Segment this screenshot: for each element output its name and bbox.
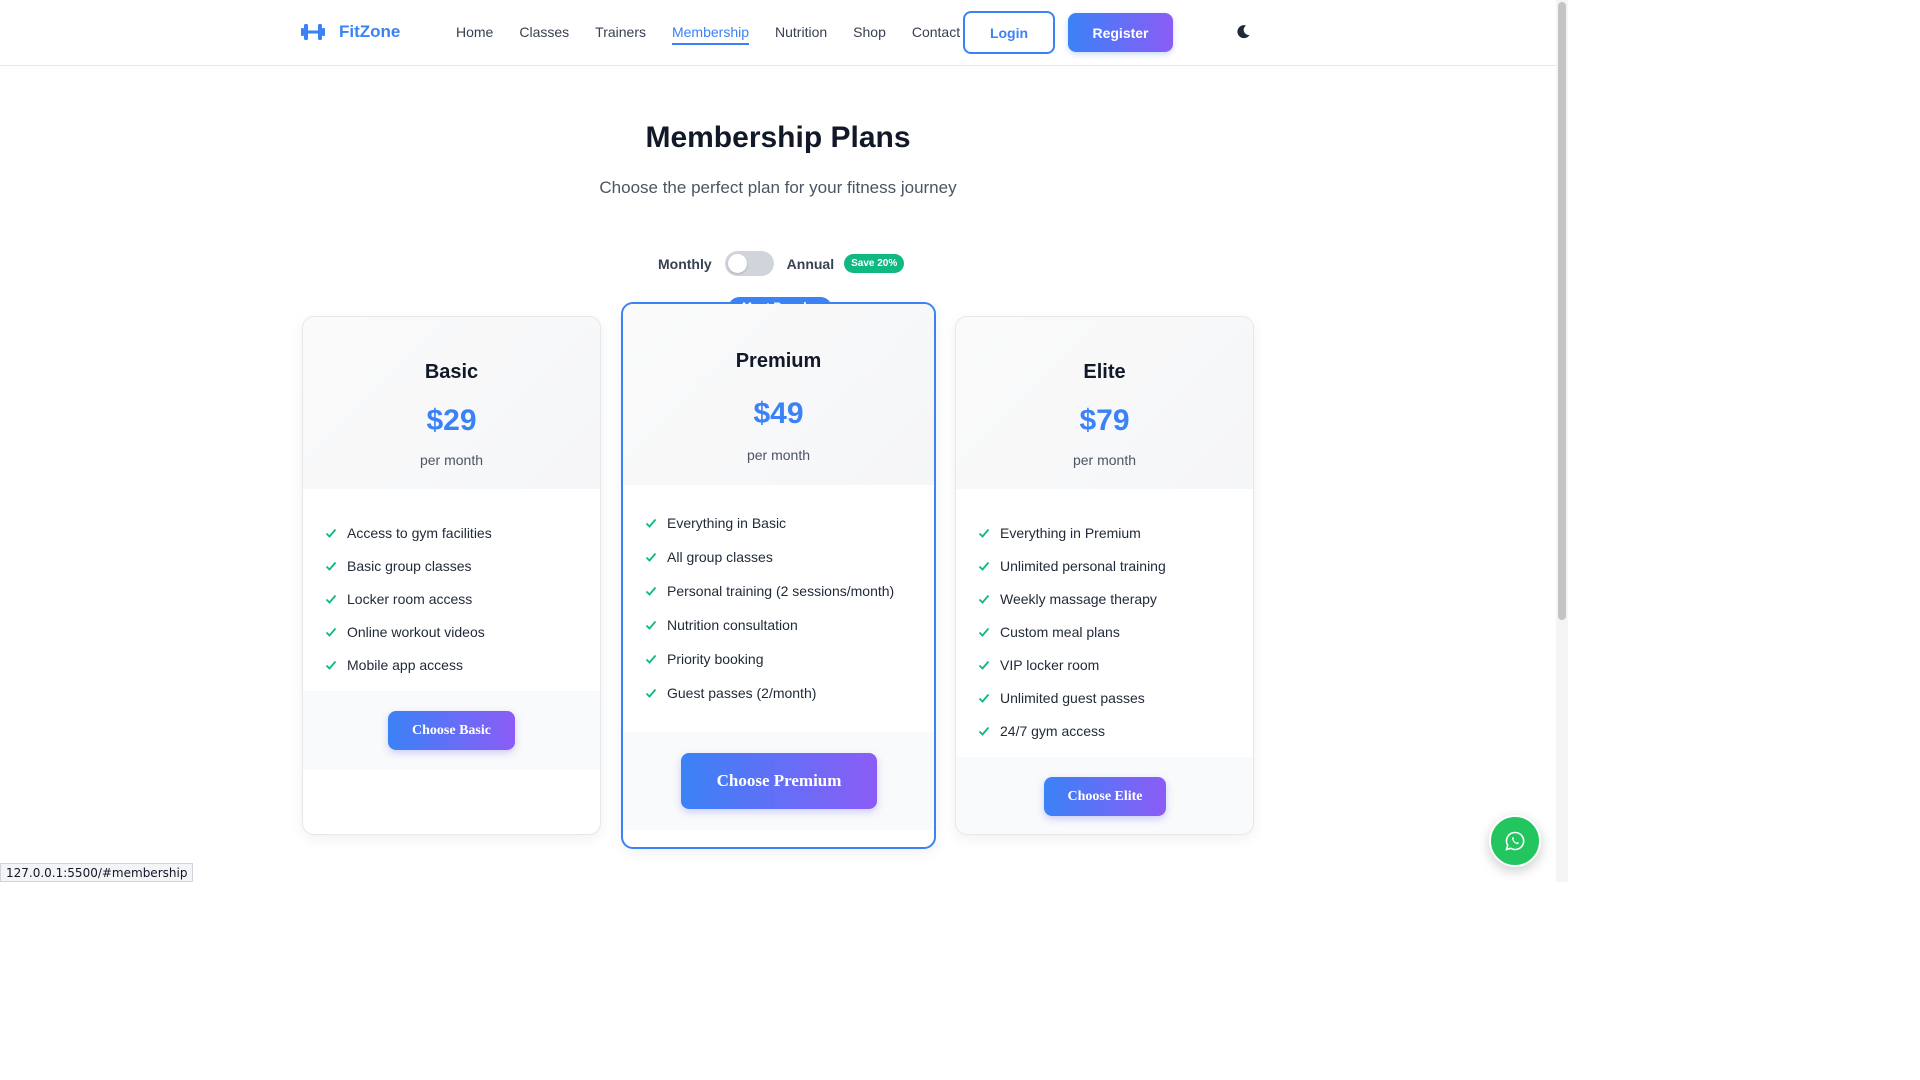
- feature-item: Nutrition consultation: [645, 608, 894, 642]
- check-icon: [325, 627, 337, 637]
- feature-item: Everything in Basic: [645, 506, 894, 540]
- plan-card-elite: Elite $79 per month Everything in Premiu…: [955, 316, 1254, 835]
- plan-price: $49: [753, 397, 804, 430]
- page-title: Membership Plans: [645, 121, 911, 154]
- feature-item: Basic group classes: [325, 549, 492, 582]
- nav-classes[interactable]: Classes: [519, 24, 569, 45]
- check-icon: [325, 528, 337, 538]
- nav-home[interactable]: Home: [456, 24, 493, 45]
- check-icon: [645, 518, 657, 528]
- brand-name: FitZone: [339, 22, 401, 41]
- plan-name: Premium: [735, 350, 822, 372]
- plan-price: $29: [426, 404, 477, 437]
- plan-footer: Choose Premium: [623, 732, 934, 830]
- check-icon: [645, 654, 657, 664]
- nav-trainers[interactable]: Trainers: [595, 24, 646, 45]
- check-icon: [325, 660, 337, 670]
- check-icon: [978, 660, 990, 670]
- feature-item: VIP locker room: [978, 648, 1166, 681]
- feature-item: Online workout videos: [325, 615, 492, 648]
- plan-period: per month: [746, 447, 811, 463]
- check-icon: [978, 627, 990, 637]
- moon-icon: [1237, 25, 1250, 39]
- check-icon: [978, 693, 990, 703]
- whatsapp-button[interactable]: [1489, 815, 1541, 867]
- feature-item: Everything in Premium: [978, 516, 1166, 549]
- check-icon: [645, 620, 657, 630]
- check-icon: [645, 688, 657, 698]
- choose-elite-button[interactable]: Choose Elite: [1044, 777, 1166, 816]
- check-icon: [645, 586, 657, 596]
- feature-item: Access to gym facilities: [325, 516, 492, 549]
- feature-item: Unlimited personal training: [978, 549, 1166, 582]
- plan-card-premium: Most Popular Premium $49 per month Every…: [621, 297, 936, 849]
- annual-label: Annual: [786, 255, 835, 272]
- plan-footer: Choose Elite: [956, 757, 1253, 834]
- check-icon: [645, 552, 657, 562]
- feature-item: Locker room access: [325, 582, 492, 615]
- feature-item: Personal training (2 sessions/month): [645, 574, 894, 608]
- check-icon: [325, 561, 337, 571]
- feature-item: Guest passes (2/month): [645, 676, 894, 710]
- register-button[interactable]: Register: [1068, 13, 1173, 52]
- check-icon: [325, 594, 337, 604]
- browser-status-url: 127.0.0.1:5500/#membership: [0, 863, 194, 882]
- main-nav: Home Classes Trainers Membership Nutriti…: [456, 24, 986, 45]
- plan-name: Elite: [1083, 361, 1126, 383]
- plan-period: per month: [419, 452, 484, 468]
- plan-header: Basic $29 per month: [303, 317, 600, 489]
- feature-list: Everything in Premium Unlimited personal…: [978, 516, 1166, 747]
- check-icon: [978, 561, 990, 571]
- feature-item: Mobile app access: [325, 648, 492, 681]
- login-button[interactable]: Login: [963, 11, 1055, 54]
- whatsapp-icon: [1505, 831, 1525, 851]
- choose-premium-button[interactable]: Choose Premium: [681, 753, 877, 809]
- nav-nutrition[interactable]: Nutrition: [775, 24, 827, 45]
- save-badge: Save 20%: [844, 254, 905, 273]
- theme-toggle-button[interactable]: [1234, 24, 1252, 42]
- nav-contact[interactable]: Contact: [912, 24, 960, 45]
- choose-basic-button[interactable]: Choose Basic: [388, 711, 515, 750]
- feature-list: Everything in Basic All group classes Pe…: [645, 506, 894, 710]
- dumbbell-icon: [301, 22, 325, 42]
- nav-membership[interactable]: Membership: [671, 24, 750, 45]
- page-subtitle: Choose the perfect plan for your fitness…: [599, 178, 957, 197]
- feature-item: Priority booking: [645, 642, 894, 676]
- feature-list: Access to gym facilities Basic group cla…: [325, 516, 492, 681]
- plan-header: Elite $79 per month: [956, 317, 1253, 489]
- check-icon: [978, 594, 990, 604]
- feature-item: Custom meal plans: [978, 615, 1166, 648]
- billing-toggle: Monthly Annual Save 20%: [658, 251, 905, 276]
- brand-logo[interactable]: FitZone: [301, 22, 400, 42]
- feature-item: Unlimited guest passes: [978, 681, 1166, 714]
- check-icon: [978, 528, 990, 538]
- plan-card-basic: Basic $29 per month Access to gym facili…: [302, 316, 601, 835]
- feature-item: 24/7 gym access: [978, 714, 1166, 747]
- plan-name: Basic: [424, 361, 479, 383]
- plan-price: $79: [1079, 404, 1130, 437]
- feature-item: Weekly massage therapy: [978, 582, 1166, 615]
- nav-shop[interactable]: Shop: [853, 24, 886, 45]
- page-scrollbar[interactable]: [1556, 0, 1568, 882]
- plan-header: Premium $49 per month: [623, 304, 934, 485]
- feature-item: All group classes: [645, 540, 894, 574]
- scroll-thumb[interactable]: [1558, 2, 1566, 620]
- check-icon: [978, 726, 990, 736]
- site-header: FitZone Home Classes Trainers Membership…: [0, 0, 1556, 66]
- plan-period: per month: [1072, 452, 1137, 468]
- plan-footer: Choose Basic: [303, 691, 600, 770]
- monthly-label: Monthly: [658, 255, 712, 272]
- switch-knob: [727, 254, 747, 273]
- billing-switch[interactable]: [724, 251, 774, 276]
